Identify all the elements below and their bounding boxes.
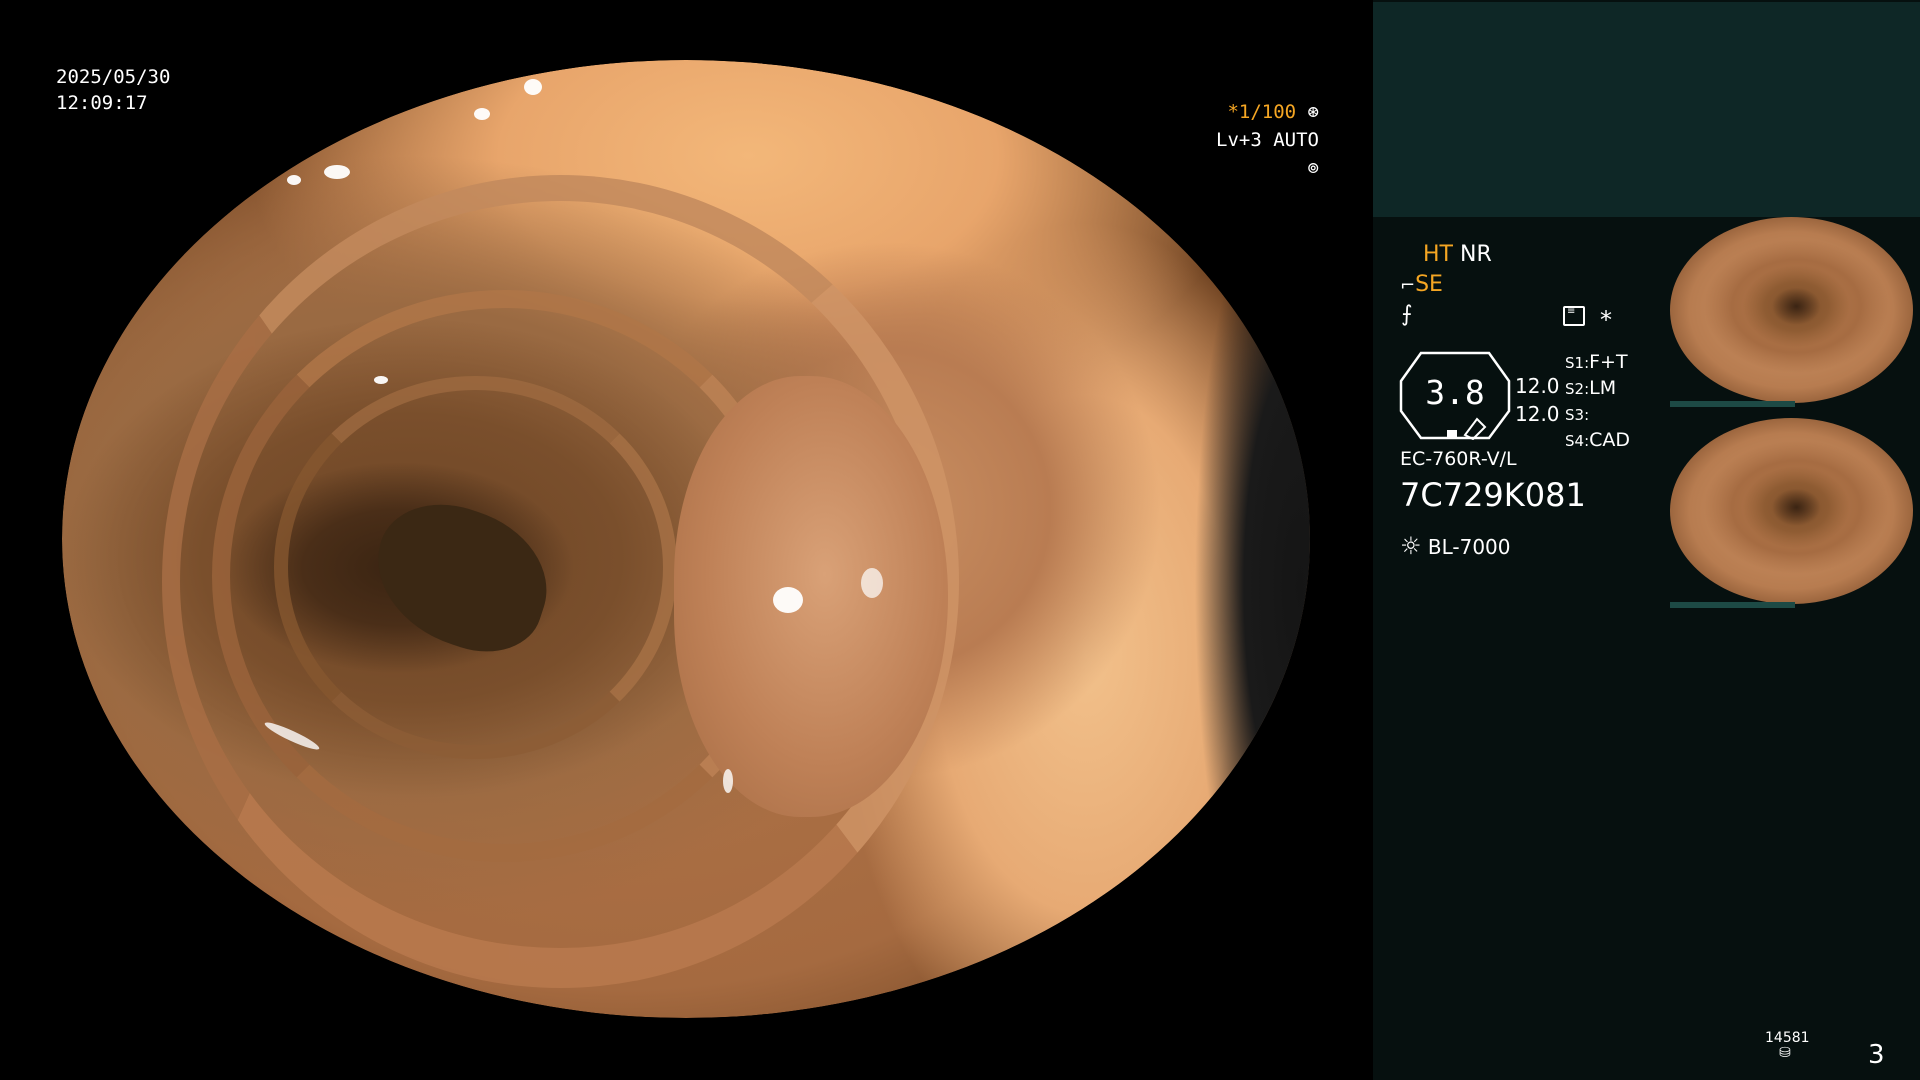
gain-value-bottom: 12.0	[1515, 402, 1560, 426]
scope-serial: 7C729K081	[1400, 476, 1586, 514]
iris-mode: AUTO	[1273, 129, 1319, 151]
image-count: 14581	[1765, 1030, 1810, 1046]
storage-icon: ⛁	[1779, 1045, 1791, 1061]
capture-thumbnail-2[interactable]	[1670, 418, 1913, 604]
switch-s4-value: CAD	[1589, 429, 1631, 451]
structure-enhance-icon: ⌐	[1400, 275, 1416, 296]
ht-nr-indicators: HT NR	[1423, 242, 1492, 267]
date-text: 2025/05/30	[56, 66, 171, 88]
zoom-gauge: 3.8	[1399, 351, 1511, 441]
thumbnail-2-bar	[1670, 602, 1795, 608]
switch-s2-label: S2:	[1565, 380, 1590, 398]
switch-s3-label: S3:	[1565, 406, 1590, 424]
datetime-display: 2025/05/30 12:09:17	[56, 64, 170, 116]
specular-highlight	[286, 174, 301, 185]
thumbnail-1-bar	[1670, 401, 1795, 407]
switch-s2-value: LM	[1589, 377, 1617, 399]
specular-highlight	[374, 98, 396, 111]
page-number: 3	[1868, 1040, 1885, 1070]
specular-highlight	[860, 567, 883, 598]
time-text: 12:09:17	[56, 92, 148, 114]
light-source-model: BL-7000	[1427, 535, 1511, 559]
star-marker: *	[1600, 306, 1612, 334]
menu-icon: ≡	[1563, 306, 1585, 326]
switch-s1-value: F+T	[1589, 351, 1628, 373]
switch-assignments: S1:F+T S2:LM S3: S4:CAD	[1565, 350, 1630, 454]
specular-highlight	[473, 107, 490, 120]
storage-counter: 14581 ⛁	[1765, 1030, 1810, 1061]
brightness-level: Lv+3	[1216, 129, 1262, 151]
shutter-speed: *1/100	[1227, 101, 1297, 123]
specular-highlight	[523, 79, 542, 96]
exposure-display: *1/100 ⊛ Lv+3 AUTO ⊚	[1194, 98, 1319, 182]
endoscope-live-view	[62, 60, 1310, 1018]
ht-indicator: HT	[1423, 242, 1453, 267]
shutter-icon: ⊛	[1307, 101, 1319, 123]
switch-s1-label: S1:	[1565, 354, 1590, 372]
info-panel-header	[1373, 2, 1920, 217]
nr-indicator: NR	[1459, 242, 1492, 267]
se-indicator: SE	[1415, 272, 1443, 297]
dark-edge	[1110, 60, 1310, 1018]
scope-model: EC-760R-V/L	[1400, 448, 1517, 470]
gain-values: 12.0 12.0	[1515, 372, 1560, 428]
color-enhance-icon: ⨍	[1401, 302, 1413, 327]
switch-s4-label: S4:	[1565, 432, 1590, 450]
mucosal-bulge	[673, 376, 949, 817]
se-indicator-row: ⌐SE	[1400, 272, 1443, 297]
light-source-row: ☼ BL-7000	[1400, 532, 1511, 560]
light-source-icon: ☼	[1400, 532, 1422, 560]
zoom-value: 3.8	[1425, 373, 1485, 412]
specular-highlight	[274, 98, 325, 113]
auto-iris-icon: ⊚	[1307, 157, 1319, 179]
capture-thumbnail-1[interactable]	[1670, 217, 1913, 403]
gain-value-top: 12.0	[1515, 374, 1560, 398]
